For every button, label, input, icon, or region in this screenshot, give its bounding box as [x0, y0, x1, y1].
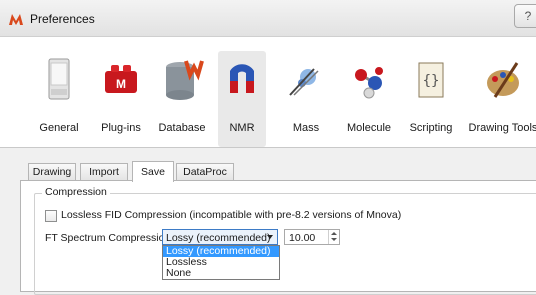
drawing-tools-icon	[487, 62, 519, 98]
title-bar: Preferences ?	[0, 0, 536, 37]
category-label: Molecule	[346, 122, 392, 134]
molecule-icon	[355, 67, 383, 99]
scripting-icon: {}	[418, 62, 444, 98]
category-drawing-tools[interactable]: Drawing Tools	[468, 51, 536, 147]
spin-up-icon[interactable]	[331, 232, 337, 235]
mass-icon	[289, 68, 319, 96]
ft-compression-select[interactable]: Lossy (recommended)	[162, 229, 278, 245]
category-plugins[interactable]: M Plug-ins	[96, 51, 146, 147]
window-title: Preferences	[30, 12, 95, 26]
lossless-fid-label: Lossless FID Compression (incompatible w…	[61, 209, 402, 221]
compression-group-title: Compression	[42, 186, 110, 198]
category-label: Plug-ins	[101, 122, 141, 134]
category-database[interactable]: Database	[154, 51, 210, 147]
tab-import[interactable]: Import	[80, 163, 128, 181]
ft-compression-dropdown-list: Lossy (recommended) Lossless None	[162, 245, 280, 280]
tab-drawing[interactable]: Drawing	[28, 163, 76, 181]
category-general[interactable]: General	[36, 51, 82, 147]
ft-spectrum-compression-label: FT Spectrum Compression:	[45, 232, 174, 244]
category-label: NMR	[229, 122, 255, 134]
category-toolbar: General M Plug-ins Database NMR Mass Mol…	[0, 37, 536, 148]
general-icon	[48, 58, 70, 100]
category-scripting[interactable]: {} Scripting	[406, 51, 456, 147]
database-icon	[166, 60, 204, 100]
spinbox-buttons[interactable]	[328, 230, 339, 244]
help-button[interactable]: ?	[514, 4, 536, 28]
mnova-app-icon	[9, 14, 23, 25]
ft-compression-selected-value: Lossy (recommended)	[166, 232, 271, 244]
category-label: Scripting	[409, 122, 453, 134]
svg-text:M: M	[116, 77, 126, 91]
plugins-icon: M	[105, 65, 137, 93]
category-label: Drawing Tools	[468, 122, 536, 134]
tab-dataproc[interactable]: DataProc	[176, 163, 234, 181]
lossless-fid-checkbox[interactable]	[45, 210, 57, 222]
category-nmr[interactable]: NMR	[218, 51, 266, 147]
spin-down-icon[interactable]	[331, 238, 337, 241]
category-mass[interactable]: Mass	[284, 51, 328, 147]
dropdown-option-none[interactable]: None	[163, 268, 279, 279]
svg-text:{}: {}	[423, 73, 440, 89]
category-label: Mass	[292, 122, 320, 134]
ft-compression-value-spinbox[interactable]: 10.00	[284, 229, 340, 245]
tab-save[interactable]: Save	[132, 161, 174, 182]
ft-compression-value: 10.00	[289, 232, 316, 244]
category-label: Database	[158, 122, 206, 134]
nmr-magnet-icon	[230, 64, 254, 93]
category-molecule[interactable]: Molecule	[341, 51, 397, 147]
category-label: General	[39, 122, 79, 134]
chevron-down-icon[interactable]	[267, 235, 273, 239]
